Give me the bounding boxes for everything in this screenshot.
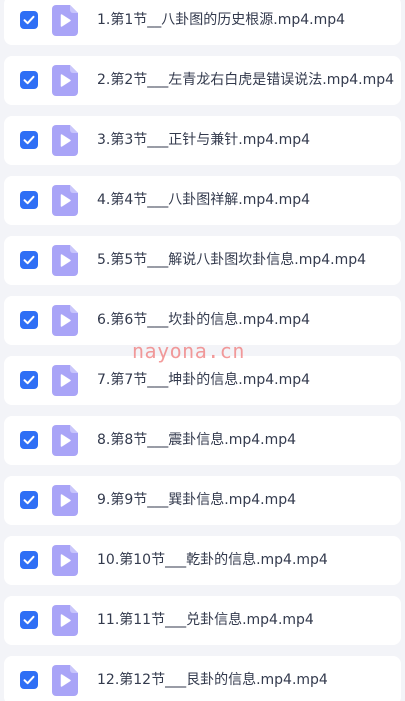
checkbox-checked[interactable] — [20, 611, 38, 629]
file-name: 5.第5节___解说八卦图坎卦信息.mp4.mp4 — [97, 252, 367, 268]
checkbox-checked[interactable] — [20, 251, 38, 269]
file-row[interactable]: 7.第7节___坤卦的信息.mp4.mp4 — [4, 356, 401, 405]
checkbox-checked[interactable] — [20, 371, 38, 389]
video-file-icon — [52, 185, 78, 216]
video-file-icon — [52, 545, 78, 576]
video-file-icon — [52, 485, 78, 516]
file-name: 9.第9节___巽卦信息.mp4.mp4 — [97, 492, 297, 508]
video-file-icon — [52, 365, 78, 396]
file-name: 7.第7节___坤卦的信息.mp4.mp4 — [97, 372, 311, 388]
video-file-icon — [52, 245, 78, 276]
file-row[interactable]: 12.第12节___艮卦的信息.mp4.mp4 — [4, 656, 401, 701]
file-name: 12.第12节___艮卦的信息.mp4.mp4 — [97, 672, 328, 688]
video-file-icon — [52, 125, 78, 156]
checkmark-icon — [23, 195, 35, 205]
file-name: 2.第2节___左青龙右白虎是错误说法.mp4.mp4 — [97, 72, 395, 88]
checkmark-icon — [23, 135, 35, 145]
checkmark-icon — [23, 555, 35, 565]
video-file-icon — [52, 5, 78, 36]
file-name: 3.第3节___正针与兼针.mp4.mp4 — [97, 132, 311, 148]
file-row[interactable]: 3.第3节___正针与兼针.mp4.mp4 — [4, 116, 401, 165]
file-row[interactable]: 10.第10节___乾卦的信息.mp4.mp4 — [4, 536, 401, 585]
file-name: 1.第1节__八卦图的历史根源.mp4.mp4 — [97, 12, 346, 28]
file-list: 12.第12节___艮卦的信息.mp4.mp4 11.第11节___兑卦信息.mp… — [0, 0, 405, 701]
checkbox-checked[interactable] — [20, 551, 38, 569]
file-name: 11.第11节___兑卦信息.mp4.mp4 — [97, 612, 314, 628]
video-file-icon — [52, 65, 78, 96]
checkmark-icon — [23, 435, 35, 445]
checkbox-checked[interactable] — [20, 131, 38, 149]
checkmark-icon — [23, 255, 35, 265]
checkmark-icon — [23, 375, 35, 385]
file-row[interactable]: 8.第8节___震卦信息.mp4.mp4 — [4, 416, 401, 465]
checkbox-checked[interactable] — [20, 71, 38, 89]
video-file-icon — [52, 305, 78, 336]
file-name: 4.第4节___八卦图祥解.mp4.mp4 — [97, 192, 311, 208]
checkbox-checked[interactable] — [20, 191, 38, 209]
checkmark-icon — [23, 615, 35, 625]
checkbox-checked[interactable] — [20, 491, 38, 509]
file-row[interactable]: 4.第4节___八卦图祥解.mp4.mp4 — [4, 176, 401, 225]
video-file-icon — [52, 425, 78, 456]
video-file-icon — [52, 605, 78, 636]
file-name: 8.第8节___震卦信息.mp4.mp4 — [97, 432, 297, 448]
checkbox-checked[interactable] — [20, 431, 38, 449]
checkmark-icon — [23, 15, 35, 25]
file-row[interactable]: 6.第6节___坎卦的信息.mp4.mp4 — [4, 296, 401, 345]
file-row[interactable]: 11.第11节___兑卦信息.mp4.mp4 — [4, 596, 401, 645]
file-row[interactable]: 1.第1节__八卦图的历史根源.mp4.mp4 — [4, 0, 401, 45]
file-name: 6.第6节___坎卦的信息.mp4.mp4 — [97, 312, 311, 328]
checkmark-icon — [23, 315, 35, 325]
file-name: 10.第10节___乾卦的信息.mp4.mp4 — [97, 552, 328, 568]
checkmark-icon — [23, 675, 35, 685]
checkbox-checked[interactable] — [20, 11, 38, 29]
checkbox-checked[interactable] — [20, 671, 38, 689]
file-row[interactable]: 9.第9节___巽卦信息.mp4.mp4 — [4, 476, 401, 525]
video-file-icon — [52, 665, 78, 696]
checkbox-checked[interactable] — [20, 311, 38, 329]
file-row[interactable]: 5.第5节___解说八卦图坎卦信息.mp4.mp4 — [4, 236, 401, 285]
checkmark-icon — [23, 75, 35, 85]
checkmark-icon — [23, 495, 35, 505]
file-row[interactable]: 2.第2节___左青龙右白虎是错误说法.mp4.mp4 — [4, 56, 401, 105]
